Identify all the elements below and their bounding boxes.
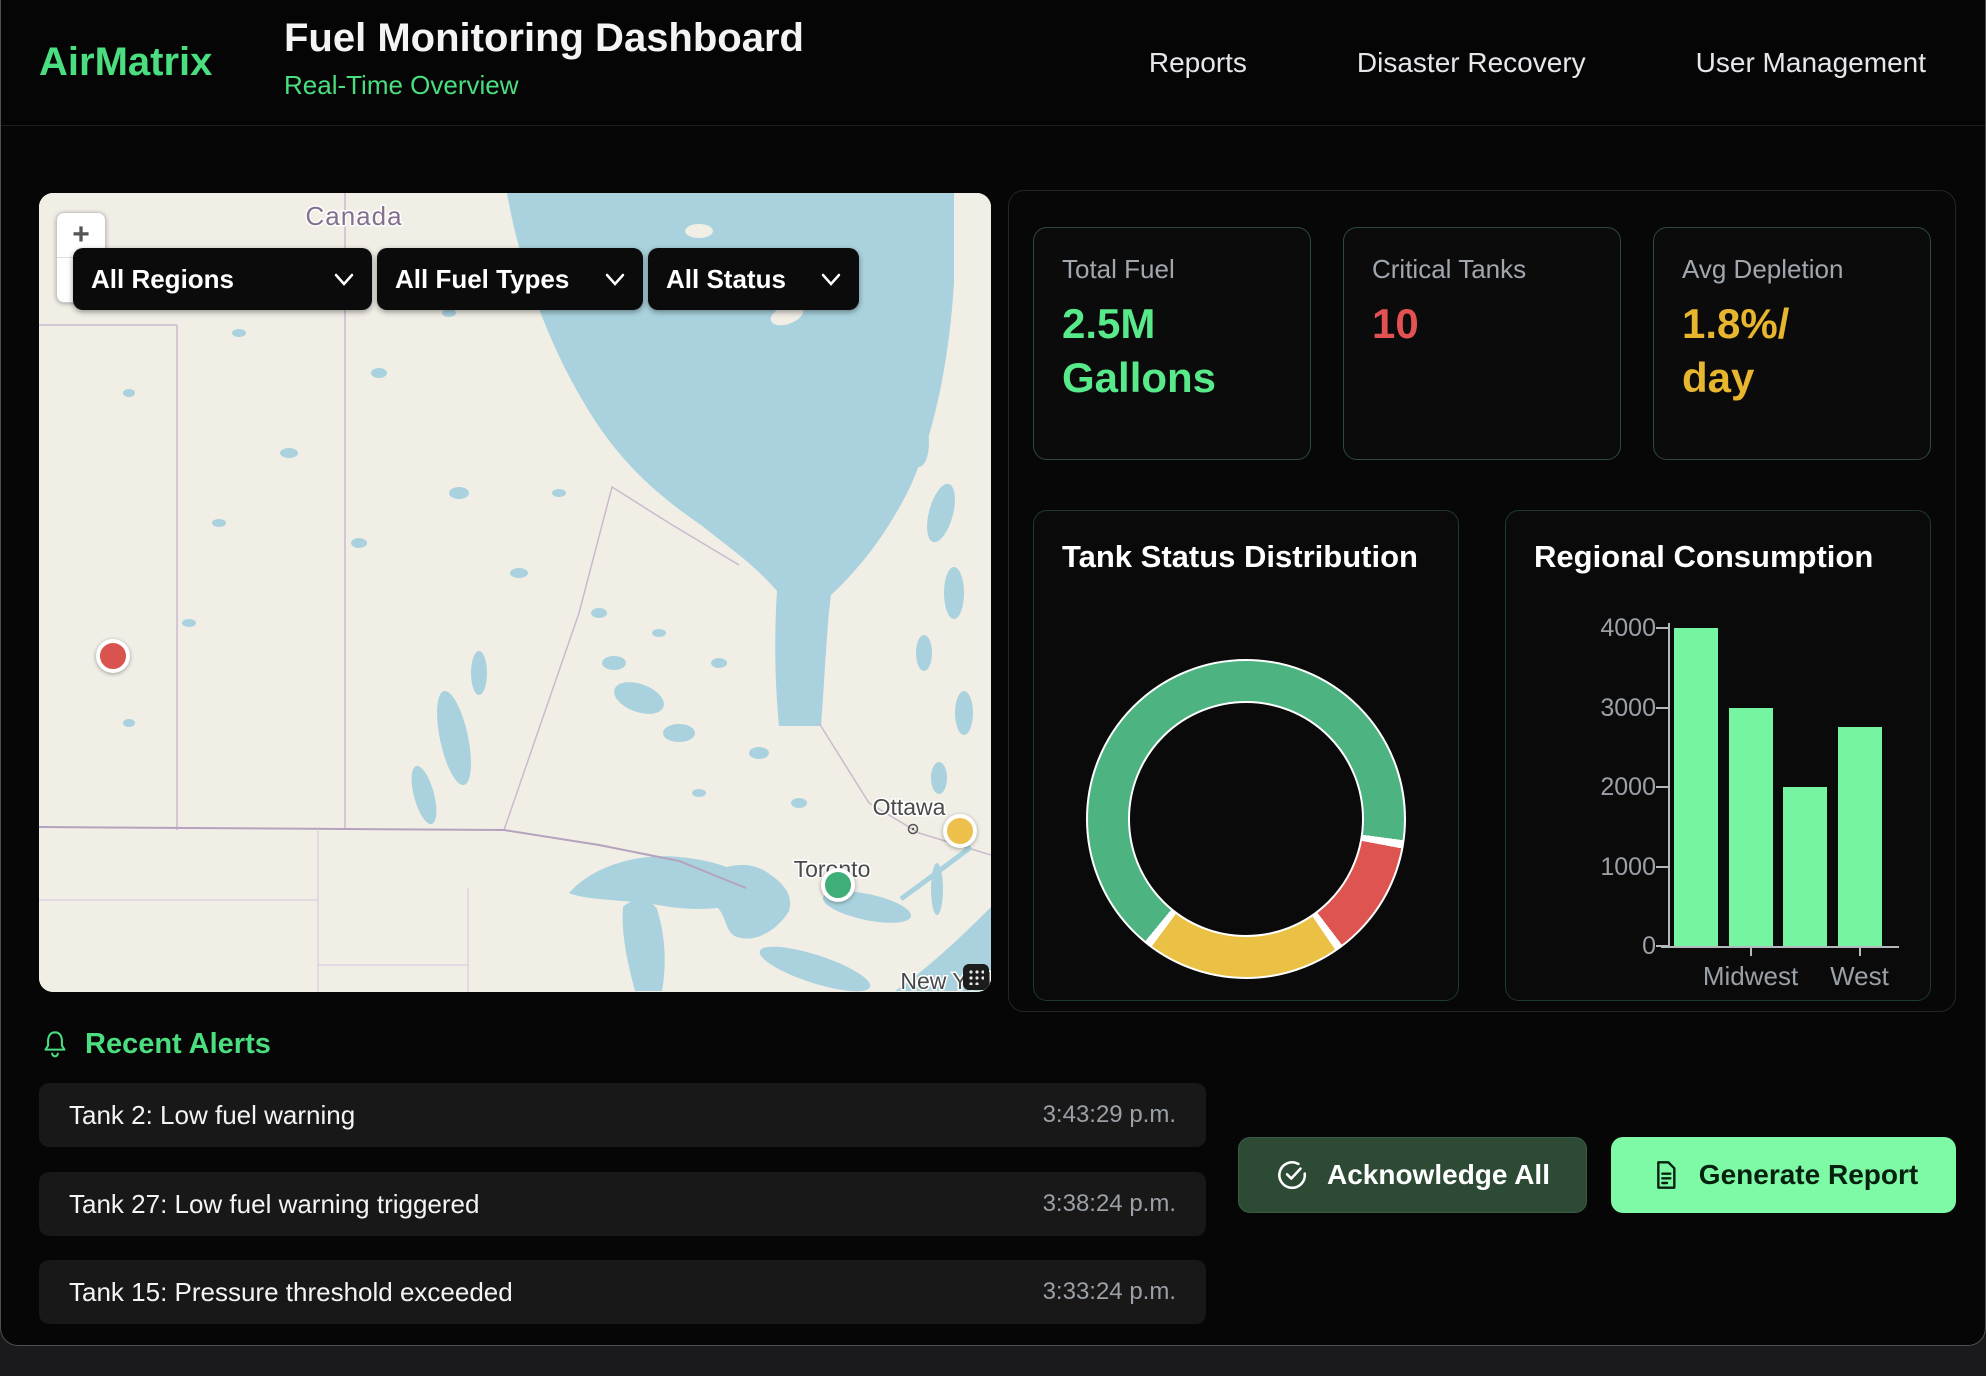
chevron-down-icon xyxy=(821,273,841,286)
stat-label: Total Fuel xyxy=(1062,254,1282,285)
alert-row[interactable]: Tank 2: Low fuel warning 3:43:29 p.m. xyxy=(39,1083,1206,1147)
title-block: Fuel Monitoring Dashboard Real-Time Over… xyxy=(284,16,804,101)
tank-status-chart-card: Tank Status Distribution xyxy=(1033,510,1459,1001)
donut-hole xyxy=(1128,701,1364,937)
page-title: Fuel Monitoring Dashboard xyxy=(284,16,804,60)
alert-row[interactable]: Tank 15: Pressure threshold exceeded 3:3… xyxy=(39,1260,1206,1324)
map-label-country: Canada xyxy=(305,201,402,231)
nav-disaster-recovery[interactable]: Disaster Recovery xyxy=(1357,47,1586,79)
alert-row[interactable]: Tank 27: Low fuel warning triggered 3:38… xyxy=(39,1172,1206,1236)
check-circle-icon xyxy=(1275,1158,1309,1192)
stat-label: Avg Depletion xyxy=(1682,254,1902,285)
bell-icon xyxy=(41,1030,69,1060)
main-nav: Reports Disaster Recovery User Managemen… xyxy=(1149,0,1926,125)
region-filter-select[interactable]: All Regions xyxy=(73,248,372,310)
normal-tank-marker[interactable] xyxy=(821,868,855,902)
bar-3 xyxy=(1838,727,1882,946)
metrics-panel: Total Fuel 2.5M Gallons Critical Tanks 1… xyxy=(1008,190,1956,1012)
x-tick-label: Midwest xyxy=(1691,961,1811,992)
y-tick-label: 4000 xyxy=(1576,614,1656,642)
status-filter-label: All Status xyxy=(666,264,786,295)
y-tick-mark xyxy=(1656,627,1668,629)
critical-tank-marker[interactable] xyxy=(96,639,130,673)
acknowledge-all-button[interactable]: Acknowledge All xyxy=(1238,1137,1587,1213)
stat-value-line: Gallons xyxy=(1062,351,1282,405)
y-tick-label: 1000 xyxy=(1576,853,1656,881)
regional-consumption-chart-card: Regional Consumption 01000200030004000Mi… xyxy=(1505,510,1931,1001)
y-tick-label: 0 xyxy=(1576,932,1656,960)
alert-time: 3:38:24 p.m. xyxy=(1043,1190,1176,1218)
alert-time: 3:43:29 p.m. xyxy=(1043,1101,1176,1129)
donut-chart xyxy=(1086,659,1406,979)
stat-value: 10 xyxy=(1372,297,1592,351)
warning-tank-marker[interactable] xyxy=(943,814,977,848)
x-tick-label: West xyxy=(1800,961,1920,992)
map-filters: All Regions All Fuel Types All Status xyxy=(73,248,859,310)
bar-2 xyxy=(1783,787,1827,946)
stat-value-line: 1.8%/ xyxy=(1682,297,1902,351)
recent-alerts-header: Recent Alerts xyxy=(41,1028,271,1061)
document-icon xyxy=(1649,1159,1681,1191)
brand-logo[interactable]: AirMatrix xyxy=(39,0,212,125)
y-tick-mark xyxy=(1656,786,1668,788)
chevron-down-icon xyxy=(334,273,354,286)
y-tick-label: 2000 xyxy=(1576,773,1656,801)
stat-value: 2.5M Gallons xyxy=(1062,297,1282,405)
alert-text: Tank 15: Pressure threshold exceeded xyxy=(69,1277,513,1308)
recent-alerts-title: Recent Alerts xyxy=(85,1028,271,1061)
region-filter-label: All Regions xyxy=(91,264,234,295)
alert-time: 3:33:24 p.m. xyxy=(1043,1278,1176,1306)
y-tick-label: 3000 xyxy=(1576,694,1656,722)
y-tick-mark xyxy=(1656,707,1668,709)
chevron-down-icon xyxy=(605,273,625,286)
nav-user-management[interactable]: User Management xyxy=(1696,47,1926,79)
bar-chart: 0 1000 2000 3000 4000 MidwestWest xyxy=(1506,511,1930,1000)
fuel-type-filter-label: All Fuel Types xyxy=(395,264,569,295)
stat-card-critical-tanks: Critical Tanks 10 xyxy=(1343,227,1621,460)
page-subtitle: Real-Time Overview xyxy=(284,70,804,101)
y-tick-mark xyxy=(1656,945,1668,947)
stat-card-avg-depletion: Avg Depletion 1.8%/ day xyxy=(1653,227,1931,460)
stat-value-line: 10 xyxy=(1372,297,1592,351)
alert-text: Tank 27: Low fuel warning triggered xyxy=(69,1189,479,1220)
stat-card-total-fuel: Total Fuel 2.5M Gallons xyxy=(1033,227,1311,460)
dashboard-app: AirMatrix Fuel Monitoring Dashboard Real… xyxy=(0,0,1986,1346)
alert-text: Tank 2: Low fuel warning xyxy=(69,1100,355,1131)
status-filter-select[interactable]: All Status xyxy=(648,248,859,310)
stat-value-line: 2.5M xyxy=(1062,297,1282,351)
x-tick-mark xyxy=(1859,948,1861,956)
y-axis-line xyxy=(1668,623,1670,948)
generate-report-button[interactable]: Generate Report xyxy=(1611,1137,1956,1213)
x-tick-mark xyxy=(1750,948,1752,956)
generate-report-label: Generate Report xyxy=(1699,1159,1918,1191)
stat-value-line: day xyxy=(1682,351,1902,405)
charts-row: Tank Status Distribution Regional Consum… xyxy=(1033,510,1931,1001)
acknowledge-all-label: Acknowledge All xyxy=(1327,1159,1550,1191)
x-axis-line xyxy=(1661,946,1899,948)
map-label-ottawa: Ottawa xyxy=(873,794,946,820)
stats-row: Total Fuel 2.5M Gallons Critical Tanks 1… xyxy=(1033,227,1931,460)
fuel-type-filter-select[interactable]: All Fuel Types xyxy=(377,248,643,310)
stat-label: Critical Tanks xyxy=(1372,254,1592,285)
bar-0 xyxy=(1674,628,1718,946)
stat-value: 1.8%/ day xyxy=(1682,297,1902,405)
resize-grip-icon[interactable] xyxy=(963,964,989,990)
fuel-map[interactable]: Canada Ottawa Toronto New York + − All R… xyxy=(39,193,991,992)
chart-title: Tank Status Distribution xyxy=(1062,539,1430,575)
bar-1 xyxy=(1729,708,1773,947)
header: AirMatrix Fuel Monitoring Dashboard Real… xyxy=(1,0,1985,126)
nav-reports[interactable]: Reports xyxy=(1149,47,1247,79)
y-tick-mark xyxy=(1656,866,1668,868)
